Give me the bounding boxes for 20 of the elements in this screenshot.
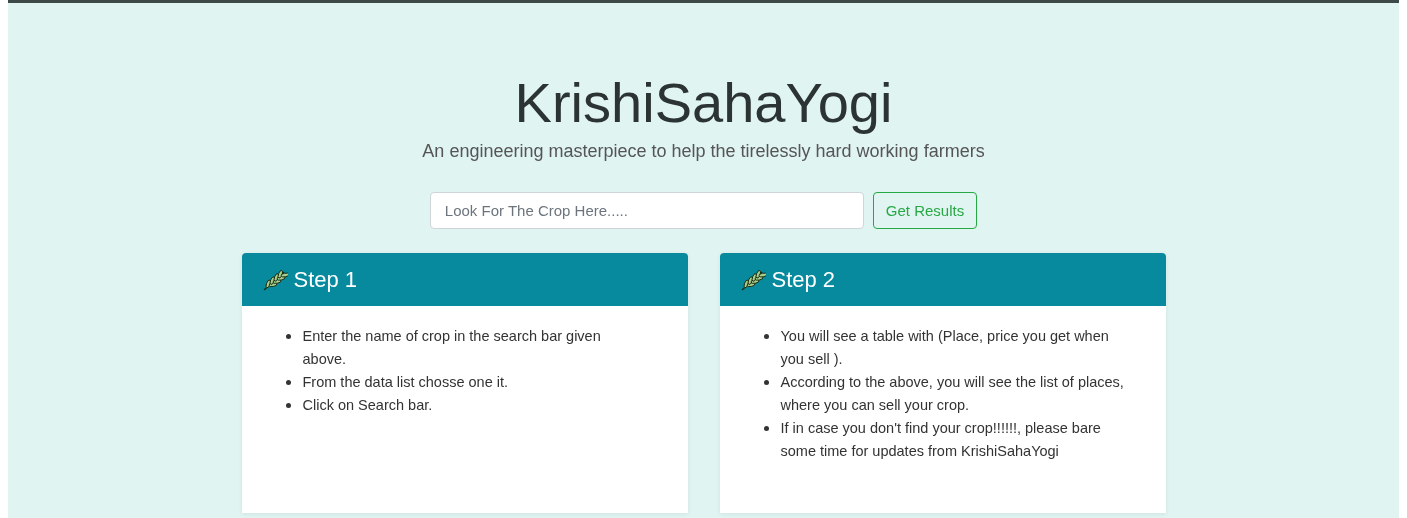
get-results-button[interactable]: Get Results <box>872 192 978 229</box>
bullet-icon <box>285 334 291 339</box>
leaf-icon <box>261 268 288 291</box>
site-subtitle: An engineering masterpiece to help the tirelessly hard working farmers <box>422 141 985 162</box>
step-instruction: If in case you don't find your crop!!!!!!, please bare some time for updates from KrishiSahaYogi <box>780 419 1102 461</box>
step-instruction: Click on Search bar. <box>302 396 433 415</box>
bullet-icon <box>285 403 291 408</box>
leaf-icon <box>739 268 766 291</box>
step-instruction: According to the above, you will see the list of places, where you can sell your crop. <box>780 373 1125 415</box>
step-instruction: Enter the name of crop in the search bar given above. <box>302 327 602 369</box>
step-instruction: You will see a table with (Place, price you get when you sell ). <box>780 327 1110 369</box>
bullet-icon <box>763 426 769 431</box>
bullet-icon <box>763 380 769 385</box>
card-title: Step 1 <box>293 266 358 293</box>
search-field[interactable]: Look For The Crop Here..... <box>429 192 864 229</box>
site-title: KrishiSahaYogi <box>514 71 893 135</box>
bullet-icon <box>285 380 291 385</box>
step-instruction: From the data list chosse one it. <box>302 373 508 392</box>
bullet-icon <box>763 334 769 339</box>
card-title: Step 2 <box>771 266 836 293</box>
